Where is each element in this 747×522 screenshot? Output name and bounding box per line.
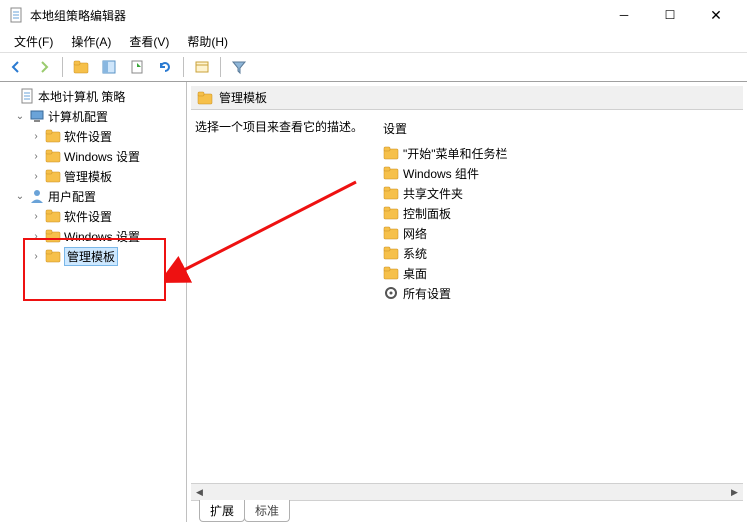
toolbar-separator — [183, 57, 184, 77]
tree-label: 软件设置 — [64, 208, 112, 225]
toolbar-separator — [220, 57, 221, 77]
tree-label: Windows 设置 — [64, 148, 140, 165]
folder-icon — [45, 248, 61, 264]
tree-user-config[interactable]: ⌄ 用户配置 — [2, 186, 184, 206]
details-pane: 管理模板 选择一个项目来查看它的描述。 设置 "开始"菜单和任务栏 Windows… — [187, 82, 747, 522]
tree-label: 计算机配置 — [48, 108, 108, 125]
toolbar — [0, 52, 747, 82]
tree-label: 用户配置 — [48, 188, 96, 205]
list-item-label: 控制面板 — [403, 205, 451, 222]
tree-item-windows[interactable]: › Windows 设置 — [2, 226, 184, 246]
expander-icon[interactable]: › — [30, 251, 42, 262]
tree-item-software[interactable]: › 软件设置 — [2, 126, 184, 146]
folder-header: 管理模板 — [191, 86, 743, 110]
document-icon — [19, 88, 35, 104]
expander-icon[interactable]: ⌄ — [14, 111, 26, 122]
back-button[interactable] — [4, 55, 28, 79]
tree-label: 管理模板 — [64, 168, 112, 185]
tree-item-software[interactable]: › 软件设置 — [2, 206, 184, 226]
folder-icon — [383, 185, 399, 201]
list-item-label: 共享文件夹 — [403, 185, 463, 202]
list-item-label: Windows 组件 — [403, 165, 479, 182]
user-icon — [29, 188, 45, 204]
close-button[interactable]: ✕ — [693, 0, 739, 30]
folder-title: 管理模板 — [219, 89, 267, 106]
gear-icon — [383, 285, 399, 301]
tab-standard[interactable]: 标准 — [244, 500, 290, 522]
tree-label: 软件设置 — [64, 128, 112, 145]
list-item[interactable]: 系统 — [383, 243, 739, 263]
expander-icon[interactable]: › — [30, 231, 42, 242]
list-item-label: 所有设置 — [403, 285, 451, 302]
tree-pane: ▸ 本地计算机 策略 ⌄ 计算机配置 › 软件设置 — [0, 82, 187, 522]
list-item[interactable]: 共享文件夹 — [383, 183, 739, 203]
folder-icon — [45, 148, 61, 164]
folder-icon — [383, 165, 399, 181]
list-item[interactable]: 控制面板 — [383, 203, 739, 223]
folder-icon — [383, 145, 399, 161]
tree-computer-config[interactable]: ⌄ 计算机配置 — [2, 106, 184, 126]
tab-extended[interactable]: 扩展 — [199, 500, 245, 522]
tree-item-windows[interactable]: › Windows 设置 — [2, 146, 184, 166]
folder-icon — [383, 225, 399, 241]
horizontal-scrollbar[interactable]: ◀ ▶ — [191, 483, 743, 500]
expander-icon[interactable]: › — [30, 131, 42, 142]
description-text: 选择一个项目来查看它的描述。 — [195, 118, 367, 479]
tree-label: Windows 设置 — [64, 228, 140, 245]
titlebar: 本地组策略编辑器 ─ ☐ ✕ — [0, 0, 747, 30]
list-item[interactable]: "开始"菜单和任务栏 — [383, 143, 739, 163]
expander-icon[interactable]: ⌄ — [14, 191, 26, 202]
folder-icon — [197, 90, 213, 106]
export-button[interactable] — [125, 55, 149, 79]
list-item[interactable]: Windows 组件 — [383, 163, 739, 183]
forward-button[interactable] — [32, 55, 56, 79]
menu-view[interactable]: 查看(V) — [121, 31, 177, 52]
menubar: 文件(F) 操作(A) 查看(V) 帮助(H) — [0, 30, 747, 52]
tree-label: 管理模板 — [64, 247, 118, 266]
menu-file[interactable]: 文件(F) — [6, 31, 61, 52]
folder-icon — [45, 168, 61, 184]
folder-tree-button[interactable] — [69, 55, 93, 79]
properties-button[interactable] — [190, 55, 214, 79]
list-item-label: "开始"菜单和任务栏 — [403, 145, 508, 162]
minimize-button[interactable]: ─ — [601, 0, 647, 30]
menu-action[interactable]: 操作(A) — [63, 31, 119, 52]
list-item-label: 桌面 — [403, 265, 427, 282]
folder-icon — [383, 245, 399, 261]
computer-icon — [29, 108, 45, 124]
show-hide-button[interactable] — [97, 55, 121, 79]
app-icon — [8, 7, 24, 23]
list-item[interactable]: 所有设置 — [383, 283, 739, 303]
folder-icon — [383, 205, 399, 221]
folder-icon — [45, 208, 61, 224]
list-item[interactable]: 网络 — [383, 223, 739, 243]
tree-root[interactable]: ▸ 本地计算机 策略 — [2, 86, 184, 106]
tree-label: 本地计算机 策略 — [38, 88, 125, 105]
tree-item-admin-templates[interactable]: › 管理模板 — [2, 166, 184, 186]
tree-item-admin-templates[interactable]: › 管理模板 — [2, 246, 184, 266]
folder-icon — [45, 128, 61, 144]
expander-icon[interactable]: › — [30, 151, 42, 162]
list-header: 设置 — [383, 118, 739, 143]
toolbar-separator — [62, 57, 63, 77]
maximize-button[interactable]: ☐ — [647, 0, 693, 30]
folder-icon — [383, 265, 399, 281]
tabbar: 扩展 标准 — [191, 500, 743, 522]
refresh-button[interactable] — [153, 55, 177, 79]
list-item[interactable]: 桌面 — [383, 263, 739, 283]
expander-icon[interactable]: › — [30, 211, 42, 222]
expander-icon[interactable]: › — [30, 171, 42, 182]
settings-list: 设置 "开始"菜单和任务栏 Windows 组件共享文件夹控制面板网络系统桌面所有… — [383, 118, 739, 479]
scroll-left-icon[interactable]: ◀ — [191, 484, 208, 501]
folder-icon — [45, 228, 61, 244]
menu-help[interactable]: 帮助(H) — [179, 31, 236, 52]
window-title: 本地组策略编辑器 — [30, 7, 601, 24]
list-item-label: 网络 — [403, 225, 427, 242]
scroll-right-icon[interactable]: ▶ — [726, 484, 743, 501]
filter-button[interactable] — [227, 55, 251, 79]
list-item-label: 系统 — [403, 245, 427, 262]
